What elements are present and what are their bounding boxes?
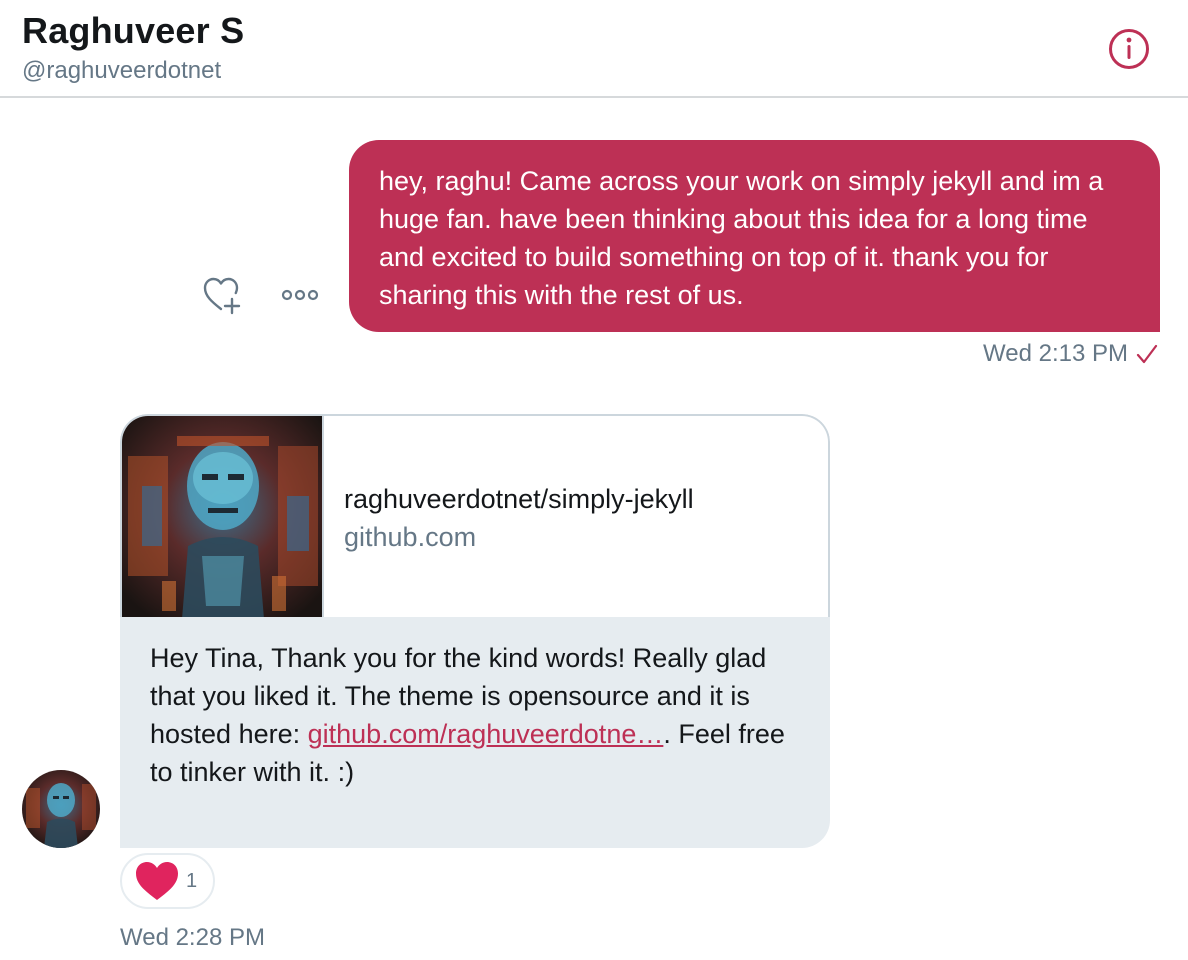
link-preview-image xyxy=(122,416,324,617)
link-preview-domain: github.com xyxy=(344,522,477,552)
conversation-header: Raghuveer S @raghuveerdotnet xyxy=(0,0,1188,98)
message-link[interactable]: github.com/raghuveerdotne… xyxy=(308,719,664,749)
heart-icon xyxy=(136,862,178,900)
link-preview-title: raghuveerdotnet/simply-jekyll xyxy=(344,484,694,514)
heart-plus-icon xyxy=(203,277,241,315)
outgoing-message-meta: Wed 2:13 PM xyxy=(983,340,1158,368)
conversation-view: Raghuveer S @raghuveerdotnet hey, raghu!… xyxy=(0,0,1188,960)
react-button[interactable] xyxy=(200,272,246,318)
more-options-icon xyxy=(281,289,319,301)
avatar[interactable] xyxy=(22,770,100,848)
info-icon xyxy=(1109,29,1149,69)
checkmark-icon xyxy=(1136,344,1158,364)
reaction-badge[interactable]: 1 xyxy=(120,853,215,909)
outgoing-message[interactable]: hey, raghu! Came across your work on sim… xyxy=(349,140,1160,332)
info-button[interactable] xyxy=(1107,27,1151,71)
more-options-button[interactable] xyxy=(278,280,322,310)
reaction-count: 1 xyxy=(186,869,198,892)
incoming-timestamp: Wed 2:28 PM xyxy=(120,924,265,951)
contact-name: Raghuveer S xyxy=(22,10,245,51)
link-preview-card[interactable]: raghuveerdotnet/simply-jekyll github.com xyxy=(120,414,830,617)
incoming-message: raghuveerdotnet/simply-jekyll github.com… xyxy=(120,414,830,848)
contact-handle: @raghuveerdotnet xyxy=(22,57,222,84)
outgoing-timestamp: Wed 2:13 PM xyxy=(983,340,1128,367)
incoming-message-text: Hey Tina, Thank you for the kind words! … xyxy=(120,617,830,848)
